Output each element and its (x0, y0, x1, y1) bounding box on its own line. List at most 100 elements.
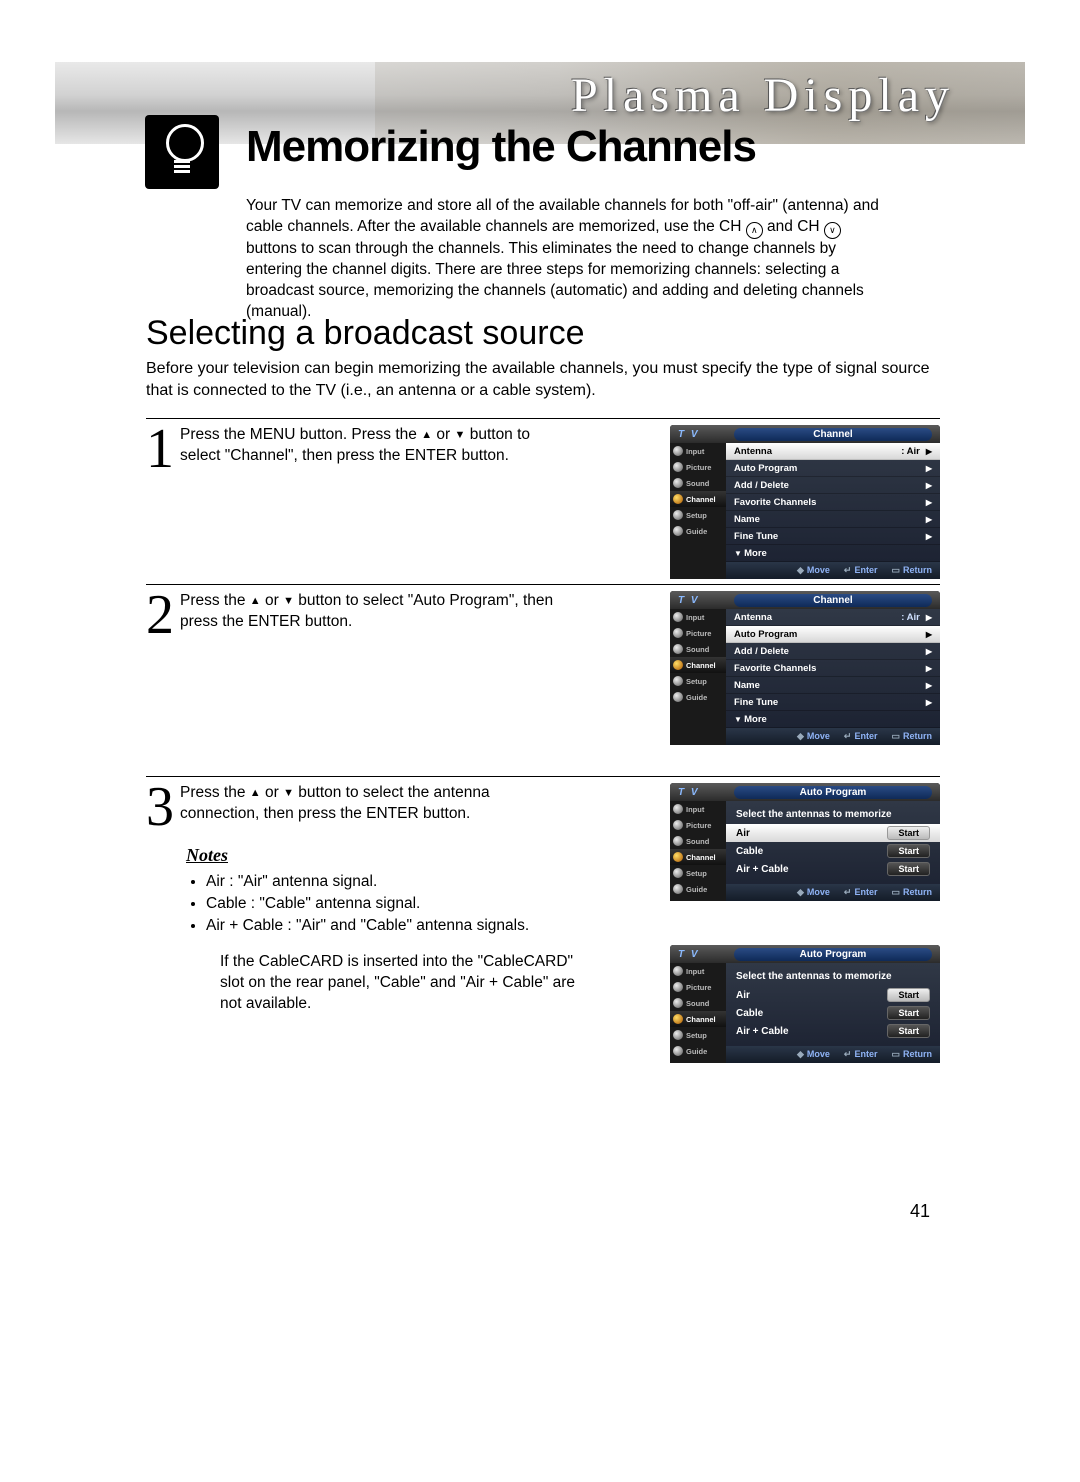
step-number: 2 (146, 585, 174, 643)
notes-list: Air : "Air" antenna signal. Cable : "Cab… (186, 871, 560, 936)
osd-row-add-delete: Add / Delete▶ (726, 643, 940, 660)
osd-menu-channel-2: T V Channel Input Picture Sound Channel … (670, 591, 940, 745)
osd-side-setup: Setup (670, 507, 726, 523)
start-button: Start (887, 1006, 930, 1020)
step-text: Press the ▲ or ▼ button to select "Auto … (180, 591, 560, 633)
osd-side-guide: Guide (670, 1043, 726, 1059)
ap-instruction: Select the antennas to memorize (726, 963, 940, 986)
osd-main: Select the antennas to memorize AirStart… (726, 963, 940, 1063)
down-triangle-icon: ▼ (455, 429, 466, 441)
up-triangle-icon: ▲ (250, 787, 261, 799)
up-triangle-icon: ▲ (421, 429, 432, 441)
osd-row-auto-program: Auto Program▶ (726, 626, 940, 643)
osd-auto-program-1: T V Auto Program Input Picture Sound Cha… (670, 783, 940, 901)
osd-row-fine-tune: Fine Tune▶ (726, 694, 940, 711)
ch-down-icon: ∨ (824, 222, 841, 239)
osd-side-setup: Setup (670, 1027, 726, 1043)
osd-sidebar: Input Picture Sound Channel Setup Guide (670, 801, 726, 901)
osd-row-auto-program: Auto Program▶ (726, 460, 940, 477)
osd-side-channel: Channel (670, 657, 726, 673)
page-number: 41 (910, 1201, 930, 1222)
banner-title: Plasma Display (571, 68, 955, 123)
osd-main: Antenna: Air▶ Auto Program▶ Add / Delete… (726, 609, 940, 745)
osd-tv-label: T V (670, 429, 734, 440)
osd-side-sound: Sound (670, 995, 726, 1011)
osd-title: Channel (734, 594, 932, 607)
osd-tv-label: T V (670, 595, 734, 606)
osd-footer: ◆Move ↵Enter ▭Return (726, 562, 940, 579)
step-text: Press the MENU button. Press the ▲ or ▼ … (180, 425, 560, 467)
osd-side-channel: Channel (670, 1011, 726, 1027)
osd-side-sound: Sound (670, 833, 726, 849)
page-title: Memorizing the Channels (246, 122, 756, 172)
osd-row-antenna: Antenna: Air▶ (726, 443, 940, 460)
osd-title: Auto Program (734, 786, 932, 799)
osd-side-input: Input (670, 443, 726, 459)
osd-side-picture: Picture (670, 817, 726, 833)
osd-side-picture: Picture (670, 459, 726, 475)
down-triangle-icon: ▼ (283, 787, 294, 799)
osd-row-add-delete: Add / Delete▶ (726, 477, 940, 494)
osd-tv-label: T V (670, 787, 734, 798)
down-triangle-icon: ▼ (283, 595, 294, 607)
step-1: 1 Press the MENU button. Press the ▲ or … (146, 418, 940, 419)
osd-side-setup: Setup (670, 865, 726, 881)
osd-main: Antenna: Air▶ Auto Program▶ Add / Delete… (726, 443, 940, 579)
step-3: 3 Press the ▲ or ▼ button to select the … (146, 776, 940, 1137)
osd-footer: ◆Move ↵Enter ▭Return (726, 728, 940, 745)
osd-main: Select the antennas to memorize AirStart… (726, 801, 940, 901)
note-item: Air + Cable : "Air" and "Cable" antenna … (206, 915, 560, 937)
ap-row-air-cable: Air + CableStart (726, 860, 940, 878)
ap-row-air: AirStart (726, 824, 940, 842)
ch-up-icon: ∧ (746, 222, 763, 239)
osd-sidebar: Input Picture Sound Channel Setup Guide (670, 443, 726, 579)
osd-title: Auto Program (734, 948, 932, 961)
osd-side-picture: Picture (670, 625, 726, 641)
osd-side-input: Input (670, 801, 726, 817)
start-button: Start (887, 826, 930, 840)
osd-auto-program-2: T V Auto Program Input Picture Sound Cha… (670, 945, 940, 1063)
osd-menu-channel-1: T V Channel Input Picture Sound Channel … (670, 425, 940, 579)
osd-row-favorite: Favorite Channels▶ (726, 494, 940, 511)
step-2: 2 Press the ▲ or ▼ button to select "Aut… (146, 584, 940, 585)
step-number: 3 (146, 777, 174, 835)
start-button: Start (887, 1024, 930, 1038)
osd-row-name: Name▶ (726, 677, 940, 694)
osd-side-guide: Guide (670, 523, 726, 539)
note-item: Cable : "Cable" antenna signal. (206, 893, 560, 915)
osd-row-name: Name▶ (726, 511, 940, 528)
ap-row-air: AirStart (726, 986, 940, 1004)
osd-sidebar: Input Picture Sound Channel Setup Guide (670, 963, 726, 1063)
step-number: 1 (146, 419, 174, 477)
ap-row-cable: CableStart (726, 842, 940, 860)
osd-footer: ◆Move ↵Enter ▭Return (726, 1046, 940, 1063)
osd-side-sound: Sound (670, 641, 726, 657)
osd-sidebar: Input Picture Sound Channel Setup Guide (670, 609, 726, 745)
ap-row-air-cable: Air + CableStart (726, 1022, 940, 1040)
osd-tv-label: T V (670, 949, 734, 960)
section-heading: Selecting a broadcast source (146, 314, 584, 353)
osd-side-guide: Guide (670, 689, 726, 705)
osd-side-picture: Picture (670, 979, 726, 995)
osd-title: Channel (734, 428, 932, 441)
ap-instruction: Select the antennas to memorize (726, 801, 940, 824)
osd-side-input: Input (670, 963, 726, 979)
osd-side-guide: Guide (670, 881, 726, 897)
osd-row-antenna: Antenna: Air▶ (726, 609, 940, 626)
start-button: Start (887, 862, 930, 876)
osd-side-input: Input (670, 609, 726, 625)
osd-row-favorite: Favorite Channels▶ (726, 660, 940, 677)
start-button: Start (887, 988, 930, 1002)
osd-row-more: More (726, 545, 940, 562)
bulb-icon (145, 115, 219, 189)
osd-side-channel: Channel (670, 849, 726, 865)
notes-heading: Notes (186, 843, 560, 867)
up-triangle-icon: ▲ (250, 595, 261, 607)
step-text: Press the ▲ or ▼ button to select the an… (180, 783, 560, 1015)
osd-row-more: More (726, 711, 940, 728)
note-item: Air : "Air" antenna signal. (206, 871, 560, 893)
start-button: Start (887, 844, 930, 858)
notes-followup: If the CableCARD is inserted into the "C… (220, 952, 580, 1015)
osd-footer: ◆Move ↵Enter ▭Return (726, 884, 940, 901)
osd-side-channel: Channel (670, 491, 726, 507)
